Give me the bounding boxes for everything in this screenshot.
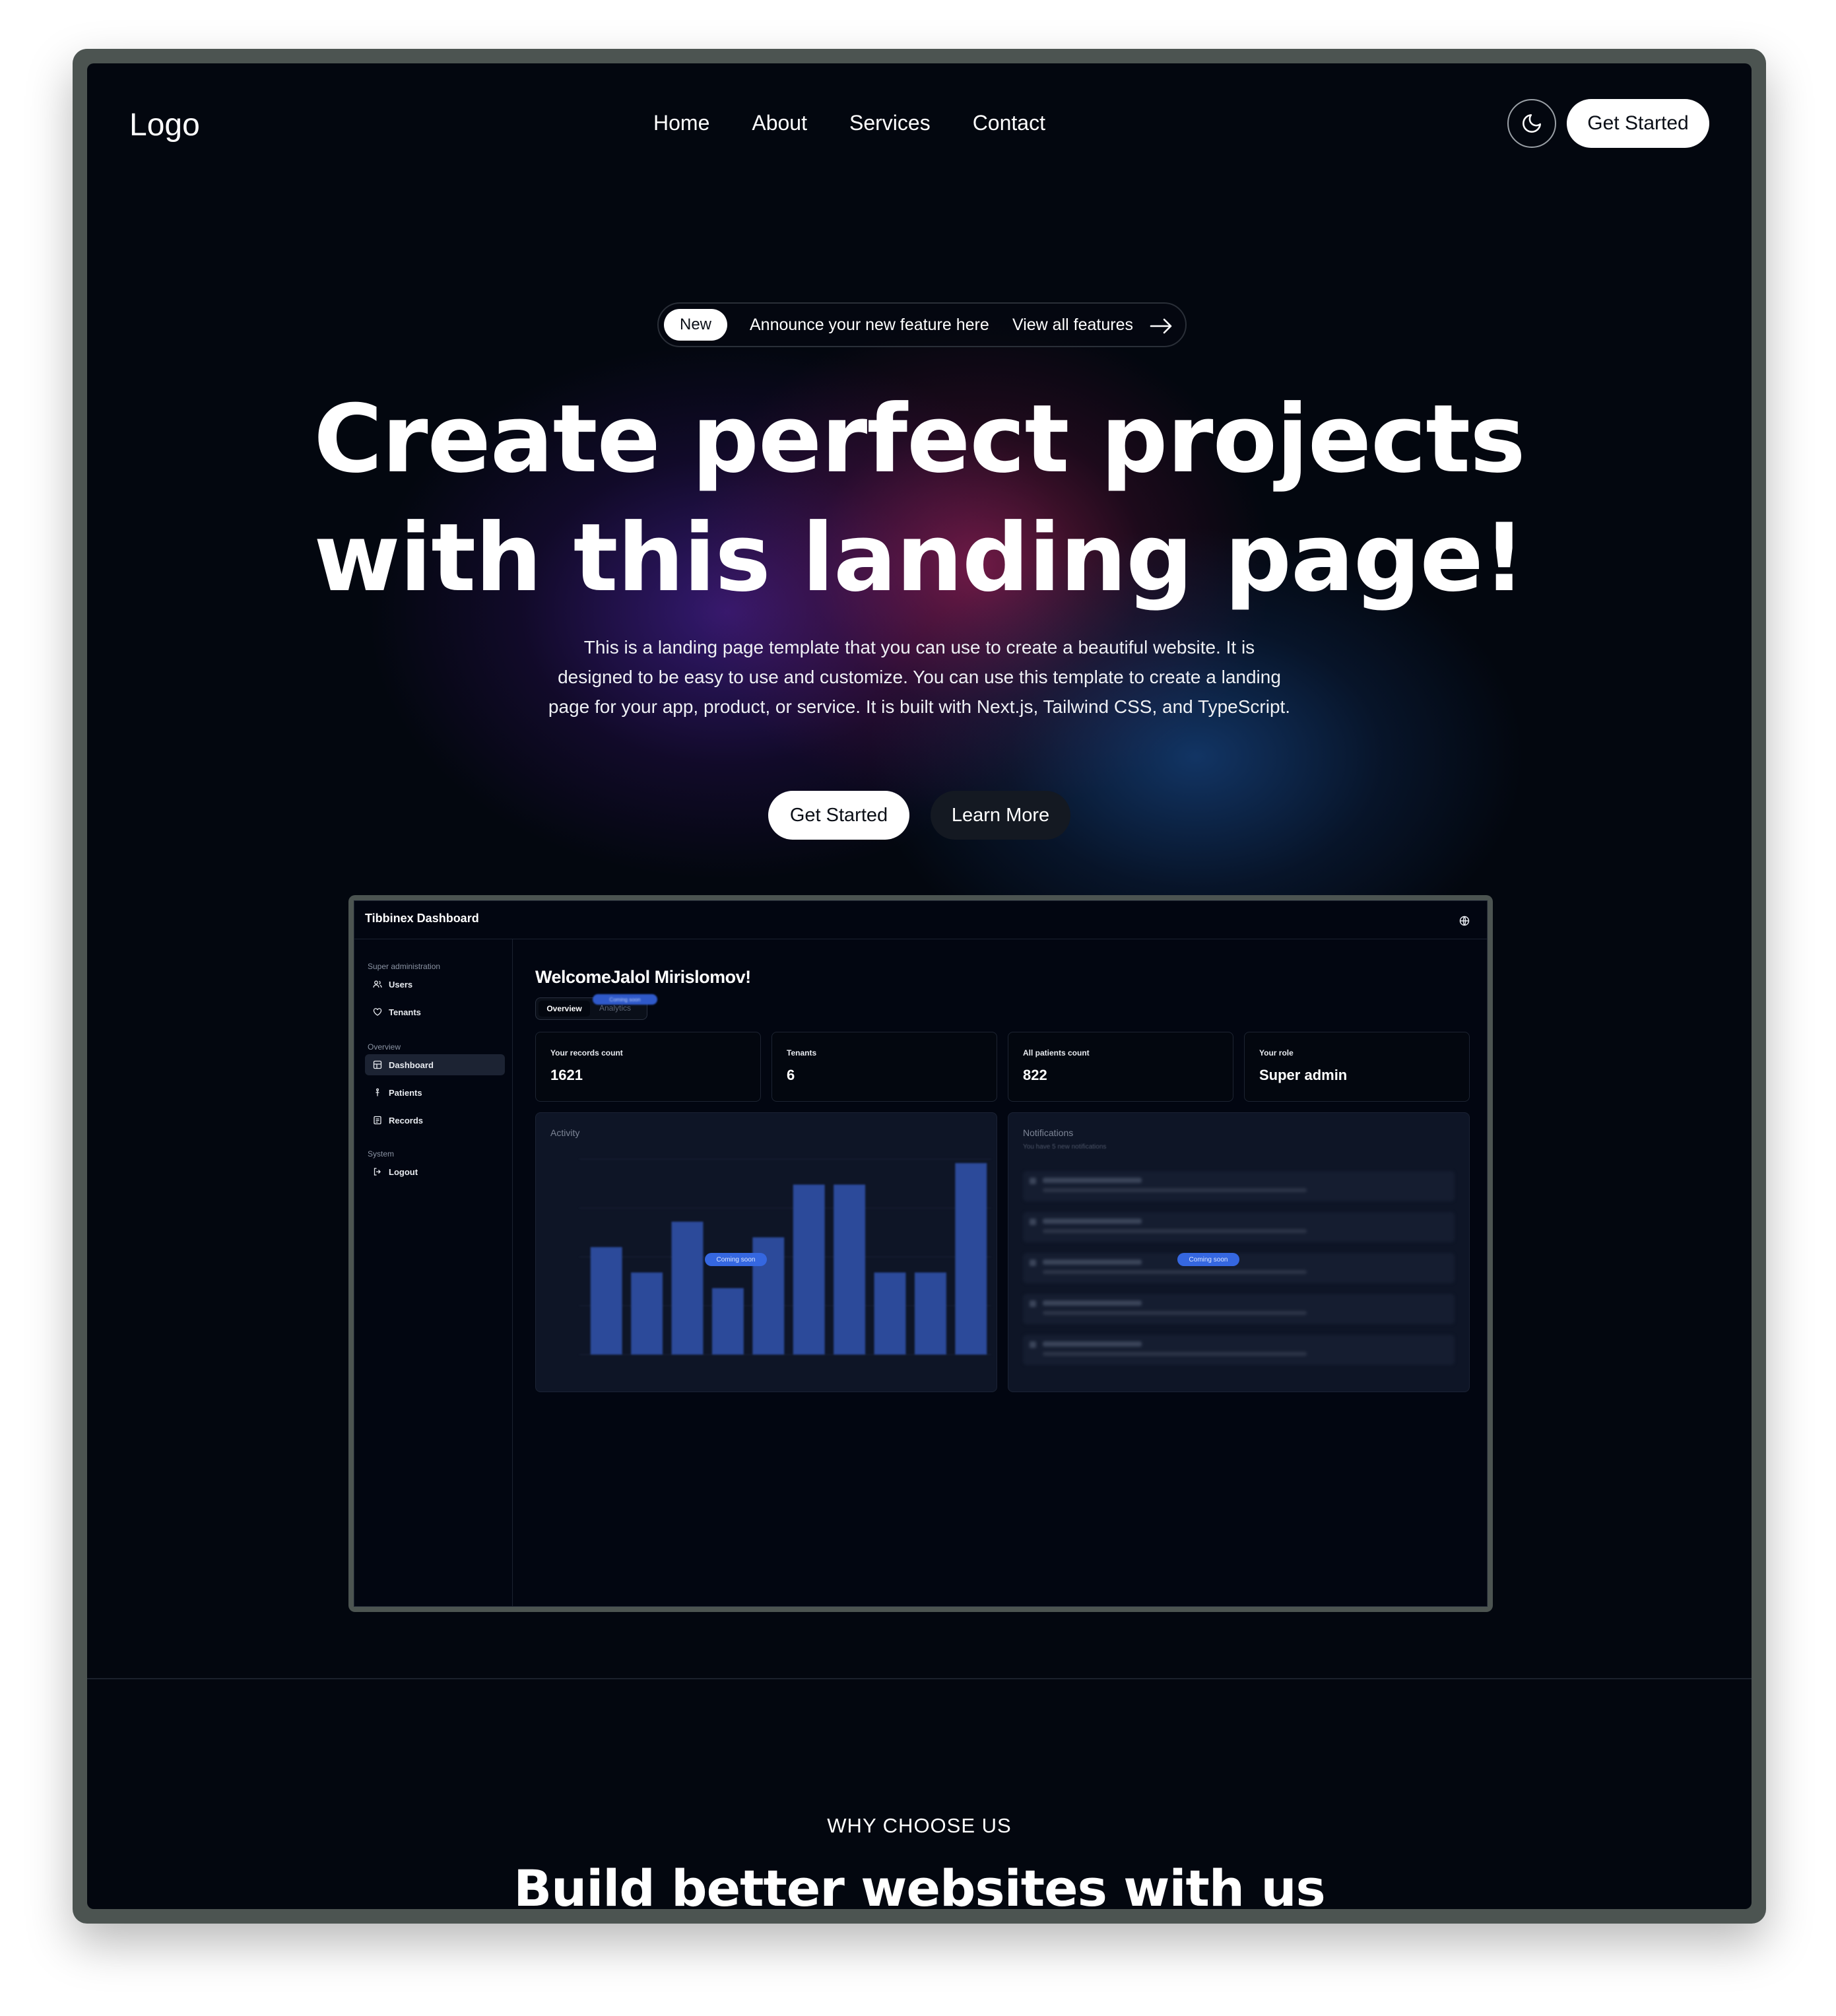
stat-card-records: Your records count 1621 <box>535 1032 761 1102</box>
activity-bar <box>834 1184 866 1355</box>
sidebar-item-users[interactable]: Users <box>365 974 505 995</box>
stat-label: Your role <box>1259 1048 1294 1058</box>
sidebar-item-logout[interactable]: Logout <box>365 1161 505 1182</box>
nav-get-started-button[interactable]: Get Started <box>1567 99 1709 148</box>
sidebar-item-label: Records <box>389 1115 424 1126</box>
announcement-text: Announce your new feature here <box>750 316 989 334</box>
nav-link-about[interactable]: About <box>752 111 807 135</box>
hero-get-started-button[interactable]: Get Started <box>768 791 909 840</box>
records-icon <box>374 1116 381 1125</box>
dashboard-header: Tibbinex Dashboard <box>354 901 1487 939</box>
activity-coming-soon-badge: Coming soon <box>705 1253 767 1266</box>
nav-link-contact[interactable]: Contact <box>973 111 1045 135</box>
activity-bar <box>590 1247 622 1355</box>
notifications-title: Notifications <box>1023 1127 1074 1138</box>
stat-label: Tenants <box>787 1048 817 1058</box>
stat-value: 1621 <box>550 1067 583 1083</box>
arrow-right-icon <box>1150 318 1172 334</box>
stat-value: Super admin <box>1259 1067 1348 1083</box>
coming-soon-badge: Coming soon <box>593 994 657 1005</box>
activity-bar <box>711 1288 744 1355</box>
view-features-link[interactable]: View all features <box>1012 316 1133 335</box>
logout-icon <box>374 1168 381 1176</box>
section-divider <box>87 1678 1752 1679</box>
tab-analytics[interactable]: Analytics <box>599 1003 631 1013</box>
heart-icon <box>373 1008 382 1016</box>
activity-panel: Activity Coming soon <box>535 1112 997 1392</box>
sidebar-item-dashboard[interactable]: Dashboard <box>365 1054 505 1075</box>
dashboard-tabs: Overview Analytics Coming soon <box>535 994 657 1020</box>
notifications-coming-soon-badge: Coming soon <box>1177 1253 1239 1266</box>
hero-title-line-1: Create perfect projects <box>313 385 1525 494</box>
sidebar-item-label: Logout <box>389 1166 418 1177</box>
notification-item <box>1023 1171 1455 1201</box>
notifications-subtitle: You have 5 new notifications <box>1023 1143 1107 1151</box>
dashboard-icon <box>373 1060 382 1069</box>
sidebar-item-label: Patients <box>389 1087 422 1098</box>
sidebar-item-records[interactable]: Records <box>365 1110 505 1131</box>
stat-value: 6 <box>787 1067 795 1083</box>
stat-card-patients: All patients count 822 <box>1008 1032 1233 1102</box>
hero-learn-more-button[interactable]: Learn More <box>931 791 1070 840</box>
nav-link-home[interactable]: Home <box>653 111 709 135</box>
notifications-panel: Notifications You have 5 new notificatio… <box>1008 1112 1470 1392</box>
notification-item <box>1023 1212 1455 1242</box>
announcement-bar[interactable]: New Announce your new feature here View … <box>657 302 1187 347</box>
activity-bar <box>955 1162 987 1355</box>
why-choose-us-eyebrow: WHY CHOOSE US <box>827 1814 1012 1837</box>
nav-link-services[interactable]: Services <box>849 111 931 135</box>
activity-bar <box>793 1184 825 1355</box>
why-section-title: Build better websites with us <box>513 1859 1326 1909</box>
globe-icon[interactable] <box>1459 916 1470 926</box>
stat-value: 822 <box>1023 1067 1047 1083</box>
person-icon <box>376 1088 379 1096</box>
sidebar-item-tenants[interactable]: Tenants <box>365 1001 505 1023</box>
dashboard-sidebar: Super administration Users Tenants Overv… <box>354 939 513 1606</box>
sidebar-group-super-admin: Super administration <box>368 962 441 971</box>
navbar: Logo Home About Services Contact Get Sta… <box>87 63 1752 156</box>
activity-bar <box>631 1272 663 1355</box>
stat-label: All patients count <box>1023 1048 1090 1058</box>
sidebar-item-label: Tenants <box>389 1007 421 1017</box>
sidebar-item-label: Users <box>389 979 413 990</box>
browser-frame: Logo Home About Services Contact Get Sta… <box>73 49 1766 1924</box>
notification-item <box>1023 1335 1455 1365</box>
notification-item <box>1023 1294 1455 1324</box>
hero-title: Create perfect projects with this landin… <box>87 380 1752 618</box>
hero-title-line-2: with this landing page! <box>313 504 1525 613</box>
tab-overview[interactable]: Overview <box>539 1001 590 1017</box>
dashboard-main: WelcomeJalol Mirislomov! Overview Analyt… <box>513 939 1487 1606</box>
logo[interactable]: Logo <box>129 107 200 143</box>
sidebar-group-overview: Overview <box>368 1042 401 1052</box>
dashboard-window: Tibbinex Dashboard Super administration … <box>354 900 1488 1607</box>
stat-label: Your records count <box>550 1048 623 1058</box>
sidebar-group-system: System <box>368 1149 395 1159</box>
hero-subtitle: This is a landing page template that you… <box>548 637 1291 717</box>
activity-bar <box>671 1221 704 1355</box>
stat-card-role: Your role Super admin <box>1244 1032 1470 1102</box>
stat-card-tenants: Tenants 6 <box>771 1032 997 1102</box>
users-icon <box>373 980 382 988</box>
page-viewport: Logo Home About Services Contact Get Sta… <box>87 63 1752 1909</box>
dashboard-preview: Tibbinex Dashboard Super administration … <box>348 895 1493 1612</box>
welcome-heading: WelcomeJalol Mirislomov! <box>535 967 751 987</box>
activity-title: Activity <box>550 1127 580 1138</box>
dashboard-title: Tibbinex Dashboard <box>365 912 479 925</box>
moon-icon <box>1523 114 1542 133</box>
sidebar-item-patients[interactable]: Patients <box>365 1082 505 1103</box>
nav-links: Home About Services Contact <box>653 111 1045 135</box>
activity-bar <box>874 1272 906 1355</box>
new-badge: New <box>664 309 727 341</box>
activity-chart <box>579 1159 991 1355</box>
theme-toggle-button[interactable] <box>1507 99 1556 148</box>
activity-bar <box>914 1272 946 1355</box>
sidebar-item-label: Dashboard <box>389 1059 434 1070</box>
